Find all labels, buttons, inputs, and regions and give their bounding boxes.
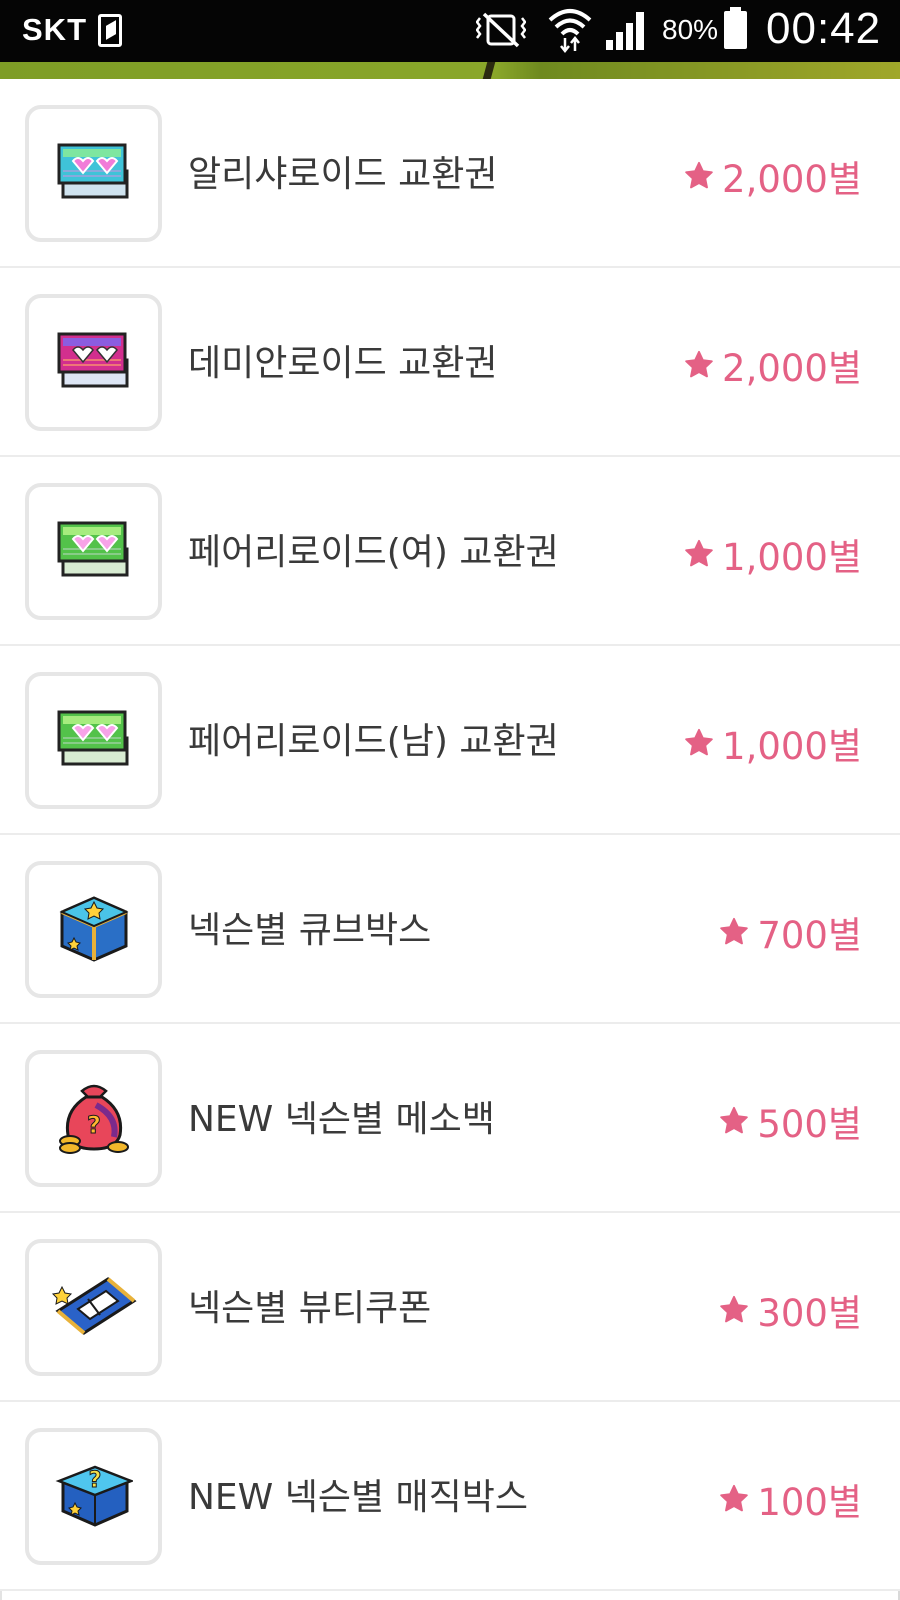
item-name: 페어리로이드(남) 교환권 (188, 721, 559, 762)
star-icon (720, 1295, 749, 1323)
magic-box-icon: ? (55, 1459, 134, 1535)
item-name: NEW 넥슨별 매직박스 (188, 1477, 528, 1518)
star-icon (720, 1106, 749, 1134)
item-price: 100별 (719, 1472, 862, 1526)
star-icon (685, 161, 713, 189)
item-price: 1,000별 (684, 527, 862, 581)
list-item[interactable]: 데미안로이드 교환권 2,000별 (0, 268, 900, 457)
star-icon (720, 1484, 749, 1512)
carrier-label: SKT (22, 12, 87, 47)
item-price: 2,000별 (684, 149, 862, 203)
list-item[interactable]: 페어리로이드(여) 교환권 1,000별 (0, 457, 900, 646)
item-name: NEW 넥슨별 메소백 (188, 1099, 495, 1140)
header-accent-bar (0, 62, 900, 79)
list-item[interactable]: 넥슨별 뷰티쿠폰 300별 (0, 1213, 900, 1402)
star-icon (720, 917, 749, 945)
battery-percent: 80% (662, 14, 719, 45)
item-name: 페어리로이드(여) 교환권 (188, 532, 559, 573)
item-thumbnail (25, 1239, 162, 1376)
meso-bag-icon: ? (56, 1077, 132, 1161)
price-label: 2,000별 (722, 158, 862, 201)
cube-box-icon (56, 890, 132, 970)
price-label: 1,000별 (722, 725, 862, 768)
item-name: 알리샤로이드 교환권 (188, 154, 498, 195)
item-price: 500별 (719, 1094, 862, 1148)
item-thumbnail (25, 105, 162, 242)
item-name: 넥슨별 큐브박스 (188, 910, 432, 951)
svg-text:?: ? (88, 1468, 101, 1493)
vibrate-icon (475, 10, 527, 59)
wifi-icon (548, 6, 592, 58)
item-name: 데미안로이드 교환권 (188, 343, 498, 384)
item-thumbnail (25, 483, 162, 620)
status-bar: SKT 80% 00:42 (0, 0, 900, 62)
battery-icon (724, 7, 747, 49)
ticket-green-icon (55, 708, 133, 774)
star-icon (685, 539, 713, 567)
item-price: 1,000별 (684, 716, 862, 770)
beauty-coupon-icon (48, 1271, 140, 1345)
item-price: 700별 (719, 905, 862, 959)
item-thumbnail: ? (25, 1428, 162, 1565)
item-price: 2,000별 (684, 338, 862, 392)
ticket-cyan-icon (55, 141, 133, 207)
sim-icon (98, 14, 122, 47)
price-label: 1,000별 (722, 536, 862, 579)
price-label: 2,000별 (722, 347, 862, 390)
ticket-green-icon (55, 519, 133, 585)
list-item[interactable]: ? NEW 넥슨별 메소백 500별 (0, 1024, 900, 1213)
item-price: 300별 (719, 1283, 862, 1337)
list-item[interactable]: 페어리로이드(남) 교환권 1,000별 (0, 646, 900, 835)
price-label: 300별 (757, 1292, 862, 1335)
reward-list: 알리샤로이드 교환권 2,000별 데미안로이드 교환권 2,000별 페어리로… (0, 79, 900, 1591)
list-item[interactable]: ? NEW 넥슨별 매직박스 100별 (0, 1402, 900, 1591)
signal-icon (606, 10, 648, 54)
item-thumbnail (25, 861, 162, 998)
item-thumbnail: ? (25, 1050, 162, 1187)
price-label: 700별 (757, 914, 862, 957)
item-thumbnail (25, 672, 162, 809)
price-label: 100별 (757, 1481, 862, 1524)
item-name: 넥슨별 뷰티쿠폰 (188, 1288, 432, 1329)
price-label: 500별 (757, 1103, 862, 1146)
star-icon (685, 350, 713, 378)
clock: 00:42 (766, 4, 882, 53)
list-item[interactable]: 알리샤로이드 교환권 2,000별 (0, 79, 900, 268)
list-item[interactable]: 넥슨별 큐브박스 700별 (0, 835, 900, 1024)
svg-text:?: ? (87, 1111, 101, 1139)
item-thumbnail (25, 294, 162, 431)
ticket-magenta-icon (55, 330, 133, 396)
star-icon (685, 728, 713, 756)
